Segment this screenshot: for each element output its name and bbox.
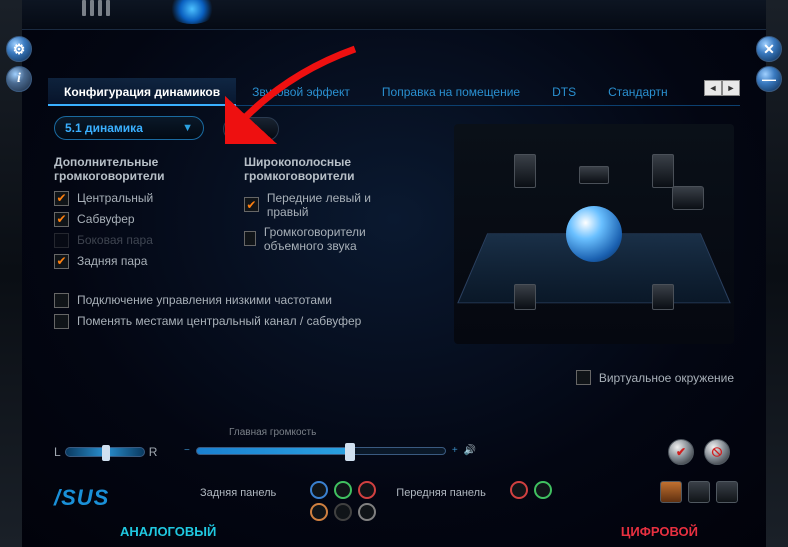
vol-plus[interactable]: + <box>452 445 458 456</box>
jack-front-mic[interactable] <box>510 481 528 499</box>
jack-red[interactable] <box>358 481 376 499</box>
top-connectors <box>82 0 110 20</box>
spk-front-left[interactable] <box>514 154 536 188</box>
front-panel-label: Передняя панель <box>396 487 486 499</box>
chk-surround[interactable]: Громкоговорители объемного звука <box>244 225 414 253</box>
spk-subwoofer[interactable] <box>672 186 704 210</box>
play-icon: ▶ <box>247 122 255 135</box>
jack-front-hp[interactable] <box>534 481 552 499</box>
tab-speaker-config[interactable]: Конфигурация динамиков <box>48 78 236 106</box>
spk-rear-left[interactable] <box>514 284 536 310</box>
checkbox-icon <box>576 370 591 385</box>
checkbox-icon <box>54 212 69 227</box>
front-jacks <box>510 481 552 499</box>
settings-button[interactable]: ⚙ <box>6 36 32 62</box>
minimize-button[interactable]: — <box>756 66 782 92</box>
main-volume-label: Главная громкость <box>229 427 316 438</box>
jack-blue[interactable] <box>310 481 328 499</box>
fullrange-heading: Широкополосные громкоговорители <box>244 155 414 183</box>
tab-pager-next[interactable]: ► <box>722 80 740 96</box>
spk-rear-right[interactable] <box>652 284 674 310</box>
volume-thumb[interactable] <box>345 443 355 461</box>
checkbox-icon <box>244 197 259 212</box>
speaker-icon[interactable]: 🔊 <box>464 445 476 456</box>
chk-side-pair: Боковая пара <box>54 233 214 248</box>
info-button[interactable]: i <box>6 66 32 92</box>
volume-area: Главная громкость L R − + 🔊 <box>54 425 734 475</box>
balance-thumb[interactable] <box>102 445 110 461</box>
play-test-button[interactable]: ▶ <box>223 117 279 141</box>
jack-green[interactable] <box>334 481 352 499</box>
spk-front-right[interactable] <box>652 154 674 188</box>
rear-panel-label: Задняя панель <box>200 487 276 499</box>
tab-pager: ◄ ► <box>704 80 740 96</box>
chk-center[interactable]: Центральный <box>54 191 214 206</box>
listener-orb <box>566 206 622 262</box>
tab-default[interactable]: Стандартн <box>592 78 684 106</box>
volume-slider[interactable] <box>196 447 446 455</box>
speaker-config-dropdown[interactable]: 5.1 динамика ▼ <box>54 116 204 140</box>
top-logo-orb <box>167 0 217 24</box>
tab-pager-prev[interactable]: ◄ <box>704 80 722 96</box>
speaker-visualization <box>454 124 734 344</box>
vol-minus[interactable]: − <box>184 445 190 456</box>
mode-analog[interactable]: АНАЛОГОВЫЙ <box>120 524 216 539</box>
cancel-button[interactable] <box>704 439 730 465</box>
tool-icon-3[interactable] <box>716 481 738 503</box>
chk-rear-pair[interactable]: Задняя пара <box>54 254 214 269</box>
chk-subwoofer[interactable]: Сабвуфер <box>54 212 214 227</box>
dropdown-value: 5.1 динамика <box>65 121 143 135</box>
bottom-panel: /SUS Задняя панель Передняя панель АНАЛО… <box>30 481 758 541</box>
spk-center[interactable] <box>579 166 609 184</box>
jack-gray[interactable] <box>358 503 376 521</box>
additional-heading: Дополнительные громкоговорители <box>54 155 214 183</box>
jack-orange[interactable] <box>310 503 328 521</box>
chk-front-lr[interactable]: Передние левый и правый <box>244 191 414 219</box>
chk-virtual-environment[interactable]: Виртуальное окружение <box>576 370 734 385</box>
balance-slider[interactable]: L R <box>54 445 157 459</box>
chevron-down-icon: ▼ <box>182 122 193 134</box>
checkbox-icon <box>54 293 69 308</box>
tab-bar: Конфигурация динамиков Звуковой эффект П… <box>48 78 740 106</box>
tool-icon-2[interactable] <box>688 481 710 503</box>
tool-icon-1[interactable] <box>660 481 682 503</box>
apply-button[interactable] <box>668 439 694 465</box>
close-button[interactable]: ✕ <box>756 36 782 62</box>
tab-room-correction[interactable]: Поправка на помещение <box>366 78 536 106</box>
checkbox-icon <box>54 233 69 248</box>
top-strip <box>22 0 766 30</box>
mode-digital[interactable]: ЦИФРОВОЙ <box>621 524 698 539</box>
checkbox-icon <box>54 191 69 206</box>
tab-sound-effect[interactable]: Звуковой эффект <box>236 78 366 106</box>
checkbox-icon <box>54 254 69 269</box>
checkbox-icon <box>244 231 256 246</box>
asus-logo: /SUS <box>54 485 109 511</box>
tab-dts[interactable]: DTS <box>536 78 592 106</box>
jack-black[interactable] <box>334 503 352 521</box>
rear-jacks <box>310 481 376 499</box>
checkbox-icon <box>54 314 69 329</box>
